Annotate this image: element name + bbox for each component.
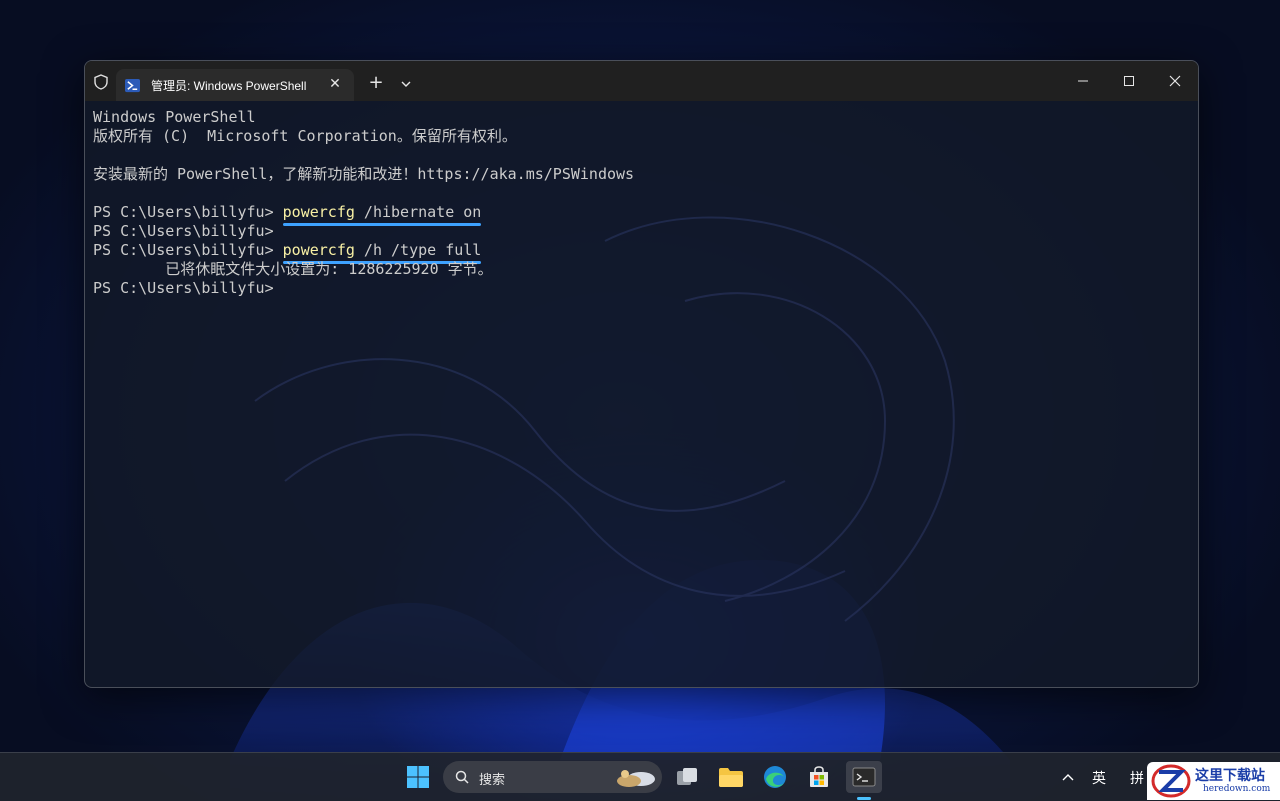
minimize-icon [1078, 80, 1088, 82]
tab-close-icon[interactable]: ✕ [326, 75, 344, 93]
command-name: powercfg [282, 241, 355, 259]
store-button[interactable] [803, 761, 835, 793]
output-text: 版权所有 (C) Microsoft Corporation。保留所有权利。 [93, 127, 517, 145]
output-text: 安装最新的 PowerShell，了解新功能和改进！https://aka.ms… [93, 165, 635, 183]
title-bar: 管理员: Windows PowerShell ✕ + [85, 61, 1198, 101]
edge-button[interactable] [759, 761, 791, 793]
file-explorer-button[interactable] [715, 761, 747, 793]
search-icon [455, 770, 469, 784]
start-button[interactable] [402, 761, 434, 793]
chevron-down-icon[interactable] [395, 73, 417, 95]
maximize-button[interactable] [1106, 61, 1152, 101]
terminal-window: 管理员: Windows PowerShell ✕ + Windows Powe… [84, 60, 1199, 688]
folder-icon [719, 768, 743, 787]
prompt-line: PS C:\Users\billyfu> powercfg /h /type f… [93, 241, 1188, 264]
prompt-text: PS C:\Users\billyfu> [93, 279, 274, 297]
terminal-taskbar-button[interactable] [846, 761, 882, 800]
output-line: Windows PowerShell [93, 108, 1188, 127]
prompt-line: PS C:\Users\billyfu> [93, 279, 1188, 298]
output-line: 安装最新的 PowerShell，了解新功能和改进！https://aka.ms… [93, 165, 1188, 184]
tab-powershell[interactable]: 管理员: Windows PowerShell ✕ [116, 69, 354, 101]
output-line: 已将休眠文件大小设置为: 1286225920 字节。 [93, 260, 1188, 279]
search-highlight-icon [617, 770, 655, 787]
powershell-icon [125, 78, 140, 93]
store-icon [810, 766, 828, 787]
taskbar-search[interactable]: 搜索 [443, 761, 662, 793]
admin-shield-icon [94, 74, 108, 90]
watermark-subtitle: heredown.com [1203, 784, 1271, 794]
prompt-text: PS C:\Users\billyfu> [93, 241, 283, 259]
edge-browser-icon [764, 766, 786, 788]
prompt-line: PS C:\Users\billyfu> [93, 222, 1188, 241]
search-label: 搜索 [479, 773, 506, 788]
prompt-text: PS C:\Users\billyfu> [93, 222, 274, 240]
command-name: powercfg [282, 203, 355, 221]
command-input: powercfg /hibernate on [282, 203, 482, 226]
tab-title: 管理员: Windows PowerShell [151, 79, 307, 93]
task-view-button[interactable] [671, 761, 703, 793]
new-tab-button[interactable]: + [365, 73, 387, 95]
chevron-up-icon[interactable] [1061, 771, 1075, 783]
close-window-button[interactable] [1152, 61, 1198, 101]
prompt-line: PS C:\Users\billyfu> powercfg /hibernate… [93, 203, 1188, 226]
maximize-icon [1124, 76, 1134, 86]
task-view-icon [677, 768, 697, 785]
input-language-indicator[interactable]: 英 [1092, 768, 1106, 788]
ime-mode-indicator[interactable]: 拼 [1130, 768, 1144, 788]
minimize-button[interactable] [1060, 61, 1106, 101]
site-watermark: 这里下载站 heredown.com [1147, 762, 1280, 800]
prompt-text: PS C:\Users\billyfu> [93, 203, 283, 221]
command-args: /h /type full [354, 241, 482, 259]
console-output[interactable]: Windows PowerShell 版权所有 (C) Microsoft Cor… [93, 108, 1188, 677]
terminal-icon [852, 767, 876, 787]
command-args: /hibernate on [354, 203, 482, 221]
watermark-logo [1151, 764, 1191, 798]
watermark-title: 这里下载站 [1195, 768, 1265, 784]
windows-logo-icon [407, 766, 429, 788]
command-input: powercfg /h /type full [282, 241, 482, 264]
output-text: 已将休眠文件大小设置为: 1286225920 字节。 [93, 260, 493, 278]
taskbar: 搜索 英 拼 [0, 752, 1280, 801]
output-line: 版权所有 (C) Microsoft Corporation。保留所有权利。 [93, 127, 1188, 146]
close-icon [1169, 75, 1181, 87]
output-text: Windows PowerShell [93, 108, 256, 126]
